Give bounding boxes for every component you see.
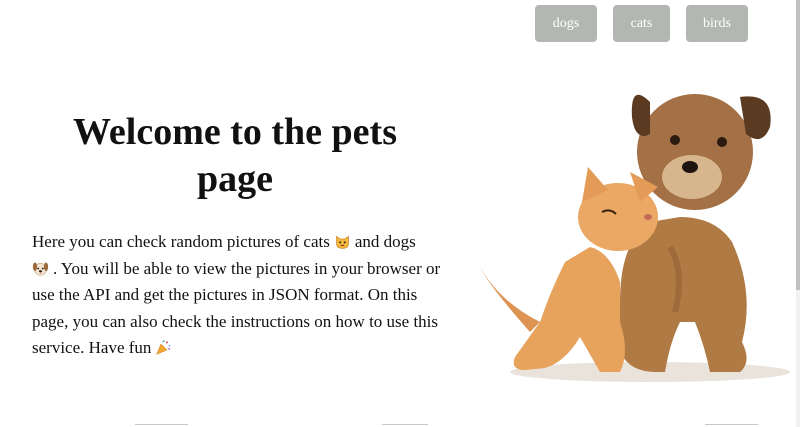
dog-face-emoji-icon — [32, 262, 49, 276]
dogs-button[interactable]: dogs — [535, 5, 597, 42]
page-title: Welcome to the pets page — [73, 111, 397, 200]
pets-page: dogs cats birds Welcome to the pets page… — [0, 0, 800, 427]
intro-text-2: and dogs — [354, 232, 416, 251]
cat-face-emoji-icon — [336, 235, 349, 249]
puppy-and-kitten-photo — [480, 94, 790, 382]
cats-button[interactable]: cats — [613, 5, 670, 42]
bottom-divider — [705, 424, 758, 425]
intro-text-3: . You will be able to view the pictures … — [32, 258, 441, 358]
scrollbar-thumb[interactable] — [796, 0, 800, 290]
intro-text-1: Here you can check random pictures of ca… — [32, 232, 330, 251]
bottom-divider — [135, 424, 188, 425]
top-nav: dogs cats birds — [535, 5, 748, 42]
bottom-divider — [382, 424, 428, 425]
birds-button[interactable]: birds — [686, 5, 748, 42]
intro-paragraph: Here you can check random pictures of ca… — [32, 229, 442, 362]
vertical-scrollbar[interactable] — [796, 0, 800, 427]
party-popper-emoji-icon — [156, 340, 171, 355]
